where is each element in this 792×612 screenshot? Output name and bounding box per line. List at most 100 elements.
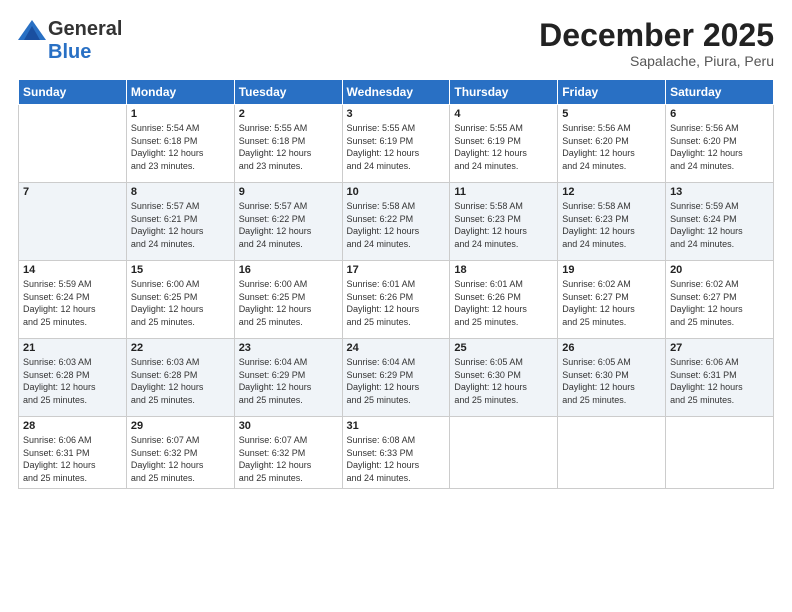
page: General Blue December 2025 Sapalache, Pi…: [0, 0, 792, 612]
day-number: 11: [454, 186, 553, 198]
day-info: Sunrise: 6:07 AM Sunset: 6:32 PM Dayligh…: [239, 434, 338, 484]
day-number: 25: [454, 342, 553, 354]
table-row: 3 Sunrise: 5:55 AM Sunset: 6:19 PM Daylig…: [342, 105, 450, 183]
day-number: 20: [670, 264, 769, 276]
table-row: 30 Sunrise: 6:07 AM Sunset: 6:32 PM Dayli…: [234, 417, 342, 488]
day-info: Sunrise: 6:04 AM Sunset: 6:29 PM Dayligh…: [239, 356, 338, 406]
day-info: Sunrise: 5:58 AM Sunset: 6:22 PM Dayligh…: [347, 200, 446, 250]
day-number: 10: [347, 186, 446, 198]
day-info: Sunrise: 5:59 AM Sunset: 6:24 PM Dayligh…: [670, 200, 769, 250]
day-info: Sunrise: 5:56 AM Sunset: 6:20 PM Dayligh…: [562, 122, 661, 172]
day-number: 15: [131, 264, 230, 276]
table-row: 15 Sunrise: 6:00 AM Sunset: 6:25 PM Dayli…: [126, 261, 234, 339]
day-number: 8: [131, 186, 230, 198]
day-number: 9: [239, 186, 338, 198]
table-row: 1 Sunrise: 5:54 AM Sunset: 6:18 PM Daylig…: [126, 105, 234, 183]
table-row: 21 Sunrise: 6:03 AM Sunset: 6:28 PM Dayli…: [19, 339, 127, 417]
table-row: 18 Sunrise: 6:01 AM Sunset: 6:26 PM Dayli…: [450, 261, 558, 339]
day-number: 6: [670, 108, 769, 120]
location: Sapalache, Piura, Peru: [539, 53, 774, 69]
col-monday: Monday: [126, 80, 234, 105]
table-row: 10 Sunrise: 5:58 AM Sunset: 6:22 PM Dayli…: [342, 183, 450, 261]
day-info: Sunrise: 6:02 AM Sunset: 6:27 PM Dayligh…: [562, 278, 661, 328]
day-info: Sunrise: 6:01 AM Sunset: 6:26 PM Dayligh…: [454, 278, 553, 328]
day-info: Sunrise: 6:00 AM Sunset: 6:25 PM Dayligh…: [239, 278, 338, 328]
logo: General Blue: [18, 18, 122, 64]
table-row: 20 Sunrise: 6:02 AM Sunset: 6:27 PM Dayli…: [666, 261, 774, 339]
calendar-row-2: 7 8Sunrise: 5:57 AM Sunset: 6:21 PM Dayli…: [19, 183, 774, 261]
day-info: Sunrise: 6:03 AM Sunset: 6:28 PM Dayligh…: [131, 356, 230, 406]
table-row: 19 Sunrise: 6:02 AM Sunset: 6:27 PM Dayli…: [558, 261, 666, 339]
day-number: 14: [23, 264, 122, 276]
day-number: 7: [23, 186, 122, 198]
calendar-header-row: Sunday Monday Tuesday Wednesday Thursday…: [19, 80, 774, 105]
table-row: 13 Sunrise: 5:59 AM Sunset: 6:24 PM Dayli…: [666, 183, 774, 261]
table-row: 26Sunrise: 6:05 AM Sunset: 6:30 PM Dayli…: [558, 339, 666, 417]
day-info: Sunrise: 6:05 AM Sunset: 6:30 PM Dayligh…: [562, 356, 661, 406]
table-row: 5 Sunrise: 5:56 AM Sunset: 6:20 PM Daylig…: [558, 105, 666, 183]
day-number: 1: [131, 108, 230, 120]
table-row: 27 Sunrise: 6:06 AM Sunset: 6:31 PM Dayli…: [666, 339, 774, 417]
calendar-row-4: 21 Sunrise: 6:03 AM Sunset: 6:28 PM Dayli…: [19, 339, 774, 417]
table-row: 22 Sunrise: 6:03 AM Sunset: 6:28 PM Dayli…: [126, 339, 234, 417]
table-row: 25 Sunrise: 6:05 AM Sunset: 6:30 PM Dayli…: [450, 339, 558, 417]
table-row: 2 Sunrise: 5:55 AM Sunset: 6:18 PM Daylig…: [234, 105, 342, 183]
table-row: 16 Sunrise: 6:00 AM Sunset: 6:25 PM Dayli…: [234, 261, 342, 339]
header: General Blue December 2025 Sapalache, Pi…: [18, 18, 774, 69]
day-number: 21: [23, 342, 122, 354]
day-number: 31: [347, 420, 446, 432]
title-block: December 2025 Sapalache, Piura, Peru: [539, 18, 774, 69]
day-info: Sunrise: 5:57 AM Sunset: 6:22 PM Dayligh…: [239, 200, 338, 250]
day-info: Sunrise: 6:01 AM Sunset: 6:26 PM Dayligh…: [347, 278, 446, 328]
calendar: Sunday Monday Tuesday Wednesday Thursday…: [18, 79, 774, 488]
day-info: Sunrise: 6:06 AM Sunset: 6:31 PM Dayligh…: [670, 356, 769, 406]
day-info: Sunrise: 6:06 AM Sunset: 6:31 PM Dayligh…: [23, 434, 122, 484]
table-row: 6 Sunrise: 5:56 AM Sunset: 6:20 PM Daylig…: [666, 105, 774, 183]
day-number: 17: [347, 264, 446, 276]
day-info: Sunrise: 5:54 AM Sunset: 6:18 PM Dayligh…: [131, 122, 230, 172]
day-info: Sunrise: 6:03 AM Sunset: 6:28 PM Dayligh…: [23, 356, 122, 406]
day-number: 4: [454, 108, 553, 120]
table-row: 12Sunrise: 5:58 AM Sunset: 6:23 PM Dayli…: [558, 183, 666, 261]
month-title: December 2025: [539, 18, 774, 53]
day-number: 5: [562, 108, 661, 120]
day-info: Sunrise: 6:07 AM Sunset: 6:32 PM Dayligh…: [131, 434, 230, 484]
table-row: 17 Sunrise: 6:01 AM Sunset: 6:26 PM Dayli…: [342, 261, 450, 339]
day-info: Sunrise: 5:55 AM Sunset: 6:19 PM Dayligh…: [454, 122, 553, 172]
day-info: Sunrise: 6:00 AM Sunset: 6:25 PM Dayligh…: [131, 278, 230, 328]
day-number: 3: [347, 108, 446, 120]
day-info: Sunrise: 5:58 AM Sunset: 6:23 PM Dayligh…: [454, 200, 553, 250]
day-info: Sunrise: 5:55 AM Sunset: 6:19 PM Dayligh…: [347, 122, 446, 172]
day-info: Sunrise: 6:02 AM Sunset: 6:27 PM Dayligh…: [670, 278, 769, 328]
table-row: 8Sunrise: 5:57 AM Sunset: 6:21 PM Daylig…: [126, 183, 234, 261]
day-number: 18: [454, 264, 553, 276]
day-info: Sunrise: 6:05 AM Sunset: 6:30 PM Dayligh…: [454, 356, 553, 406]
day-number: 28: [23, 420, 122, 432]
col-wednesday: Wednesday: [342, 80, 450, 105]
day-number: 30: [239, 420, 338, 432]
col-tuesday: Tuesday: [234, 80, 342, 105]
day-number: 29: [131, 420, 230, 432]
day-number: 22: [131, 342, 230, 354]
day-number: 19: [562, 264, 661, 276]
col-saturday: Saturday: [666, 80, 774, 105]
table-row: 4 Sunrise: 5:55 AM Sunset: 6:19 PM Daylig…: [450, 105, 558, 183]
table-row: 11 Sunrise: 5:58 AM Sunset: 6:23 PM Dayli…: [450, 183, 558, 261]
day-info: Sunrise: 5:55 AM Sunset: 6:18 PM Dayligh…: [239, 122, 338, 172]
table-row: 31 Sunrise: 6:08 AM Sunset: 6:33 PM Dayli…: [342, 417, 450, 488]
table-row: [558, 417, 666, 488]
col-friday: Friday: [558, 80, 666, 105]
day-number: 27: [670, 342, 769, 354]
logo-general: General: [48, 18, 122, 41]
logo-blue: Blue: [48, 41, 91, 64]
table-row: [450, 417, 558, 488]
logo-icon: [18, 20, 46, 40]
day-number: 13: [670, 186, 769, 198]
day-info: Sunrise: 5:56 AM Sunset: 6:20 PM Dayligh…: [670, 122, 769, 172]
calendar-row-1: 1 Sunrise: 5:54 AM Sunset: 6:18 PM Daylig…: [19, 105, 774, 183]
day-info: Sunrise: 6:08 AM Sunset: 6:33 PM Dayligh…: [347, 434, 446, 484]
day-number: 2: [239, 108, 338, 120]
day-info: Sunrise: 5:58 AM Sunset: 6:23 PM Dayligh…: [562, 200, 661, 250]
table-row: 28 Sunrise: 6:06 AM Sunset: 6:31 PM Dayli…: [19, 417, 127, 488]
day-number: 16: [239, 264, 338, 276]
